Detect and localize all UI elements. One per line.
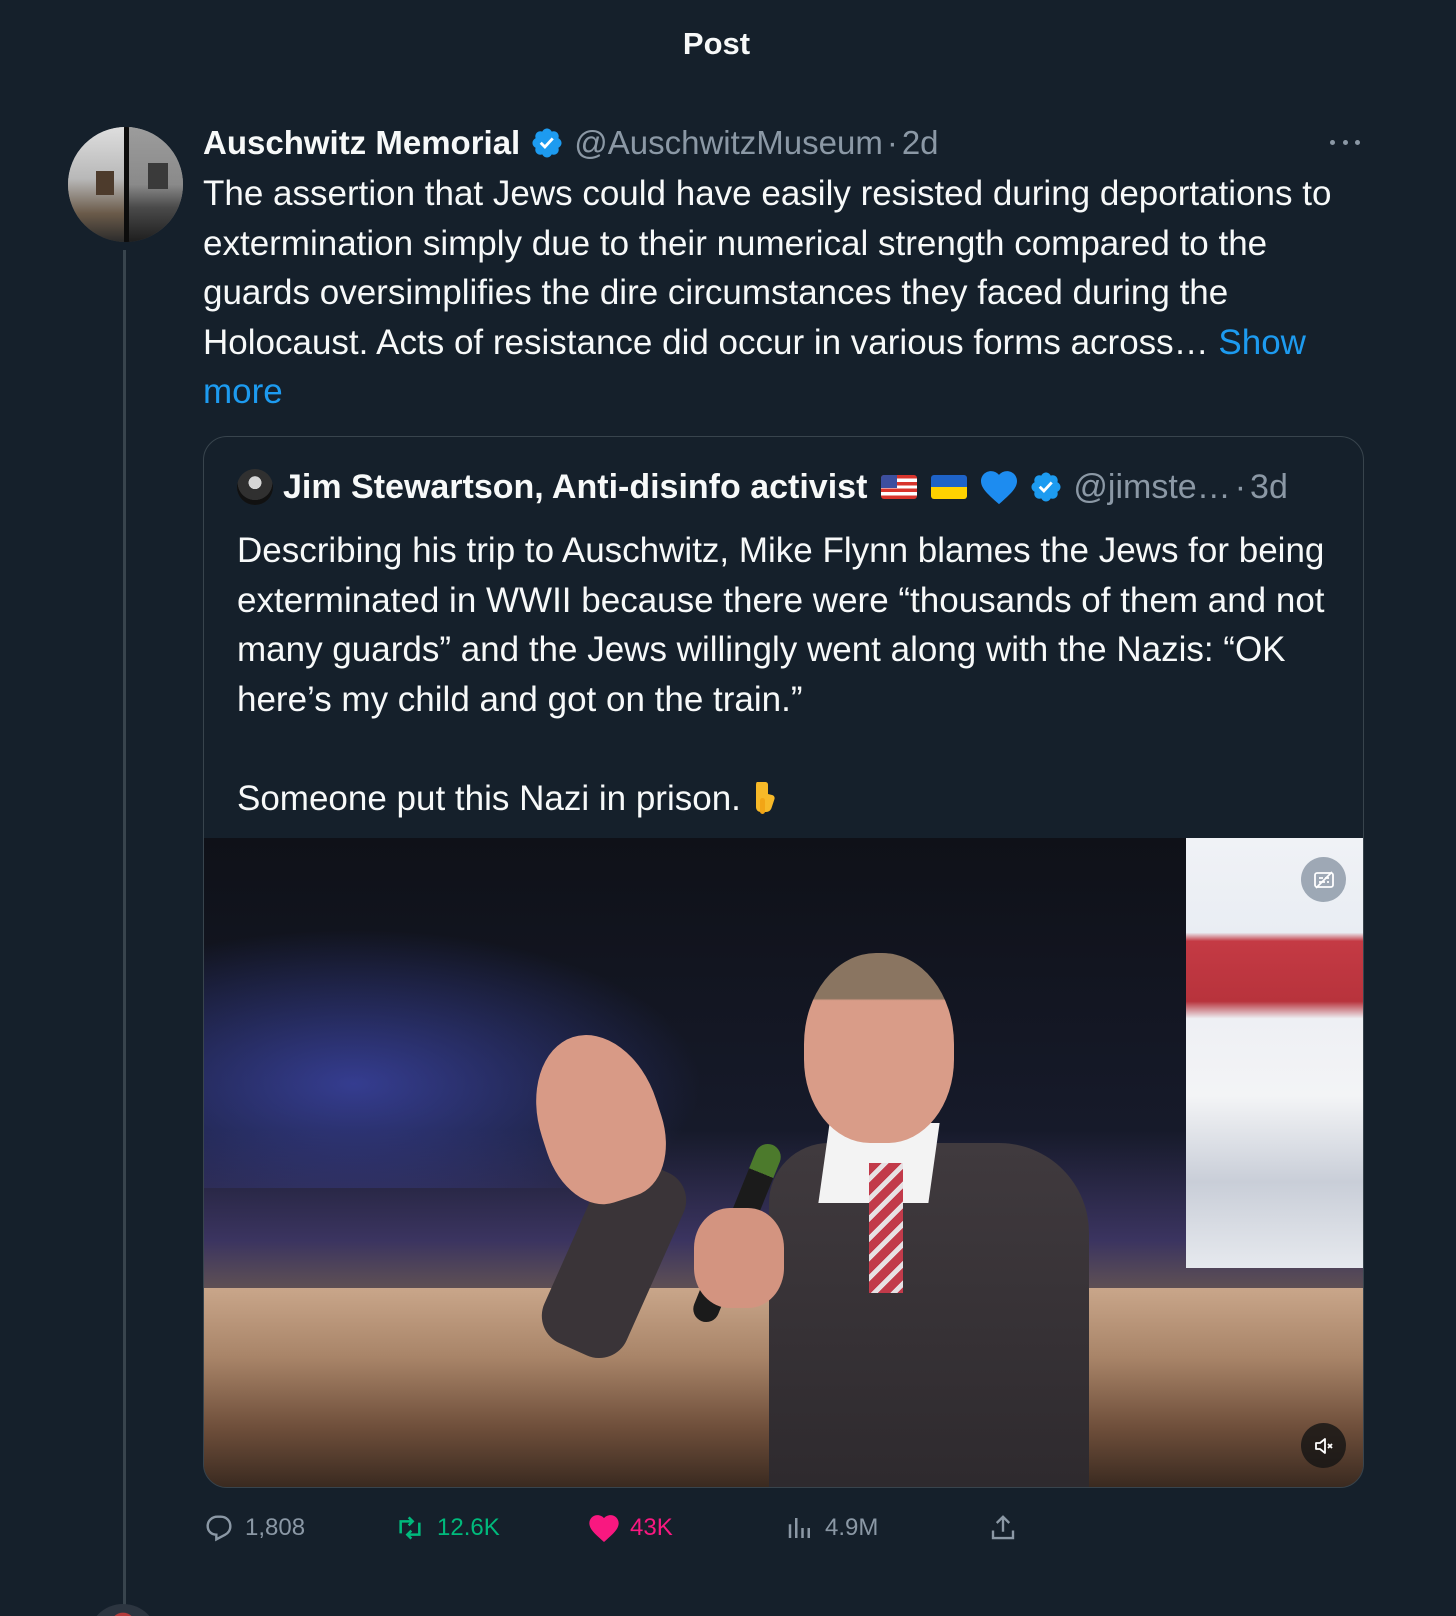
quoted-post-body: Describing his trip to Auschwitz, Mike F… — [237, 526, 1327, 823]
repost-count: 12.6K — [437, 1514, 500, 1541]
reply-icon — [206, 1515, 232, 1542]
more-dot — [1330, 139, 1335, 145]
page-title: Post — [682, 26, 751, 61]
speaker-tie — [869, 1163, 903, 1293]
quoted-paragraph-text: Someone put this Nazi in prison. — [237, 778, 751, 818]
views-count: 4.9M — [825, 1514, 879, 1541]
pointing-down-emoji-icon — [751, 778, 777, 814]
quoted-author-line: Jim Stewartson, Anti-disinfo activist @j… — [237, 467, 1288, 507]
next-reply-avatar[interactable] — [88, 1604, 158, 1616]
video-speaker — [769, 953, 1089, 1487]
speaker-head — [804, 953, 954, 1143]
reply-count: 1,808 — [245, 1514, 306, 1541]
quoted-author-avatar[interactable] — [237, 469, 273, 505]
post-page: Post Auschwitz Memorial @AuschwitzMuseum… — [0, 0, 1456, 1616]
like-count: 43K — [630, 1514, 673, 1541]
post-body: The assertion that Jews could have easil… — [203, 169, 1363, 417]
separator-dot: · — [886, 124, 898, 161]
quoted-author-handle[interactable]: @jimste… — [1073, 468, 1230, 507]
views-button[interactable]: 4.9M — [785, 1508, 878, 1548]
ukraine-flag-icon — [931, 475, 968, 499]
action-bar: 1,808 12.6K 43K 4.9M — [203, 1508, 1203, 1548]
thread-line — [123, 250, 126, 1616]
author-handle[interactable]: @AuschwitzMuseum — [574, 124, 883, 162]
quoted-post-card[interactable]: Jim Stewartson, Anti-disinfo activist @j… — [203, 436, 1364, 1488]
reply-button[interactable]: 1,808 — [203, 1508, 305, 1548]
video-player[interactable] — [204, 838, 1363, 1487]
quoted-author-name[interactable]: Jim Stewartson, Anti-disinfo activist — [283, 468, 867, 507]
post-timestamp[interactable]: 2d — [902, 124, 939, 162]
separator-dot: · — [1234, 467, 1247, 506]
post-text: The assertion that Jews could have easil… — [203, 174, 1332, 362]
quoted-paragraph-2: Someone put this Nazi in prison. — [237, 774, 1327, 824]
verified-badge-icon[interactable] — [1029, 470, 1063, 504]
captions-icon[interactable] — [1301, 857, 1346, 902]
more-dot — [1355, 139, 1360, 145]
avatar-tower-right — [148, 163, 168, 189]
share-button[interactable] — [988, 1508, 1018, 1548]
verified-badge-icon[interactable] — [530, 126, 564, 160]
analytics-icon — [788, 1518, 810, 1538]
heart-icon — [589, 1515, 619, 1542]
share-icon — [991, 1515, 1015, 1540]
quoted-paragraph: Describing his trip to Auschwitz, Mike F… — [237, 531, 1325, 719]
speaker-mic-hand — [694, 1208, 784, 1308]
post-author-line: Auschwitz Memorial @AuschwitzMuseum · 2d — [203, 120, 939, 166]
more-options-icon[interactable] — [1330, 132, 1360, 152]
blue-heart-icon — [979, 469, 1019, 505]
repost-icon — [399, 1516, 421, 1540]
repost-button[interactable]: 12.6K — [393, 1508, 500, 1548]
mute-icon[interactable] — [1301, 1423, 1346, 1468]
like-button[interactable]: 43K — [588, 1508, 673, 1548]
video-flag-background — [1186, 838, 1363, 1268]
author-name[interactable]: Auschwitz Memorial — [203, 124, 520, 162]
more-dot — [1342, 139, 1348, 145]
quoted-post-timestamp[interactable]: 3d — [1250, 468, 1288, 507]
us-flag-icon — [881, 475, 918, 499]
author-avatar[interactable] — [68, 127, 183, 242]
avatar-tower-left — [96, 171, 114, 195]
